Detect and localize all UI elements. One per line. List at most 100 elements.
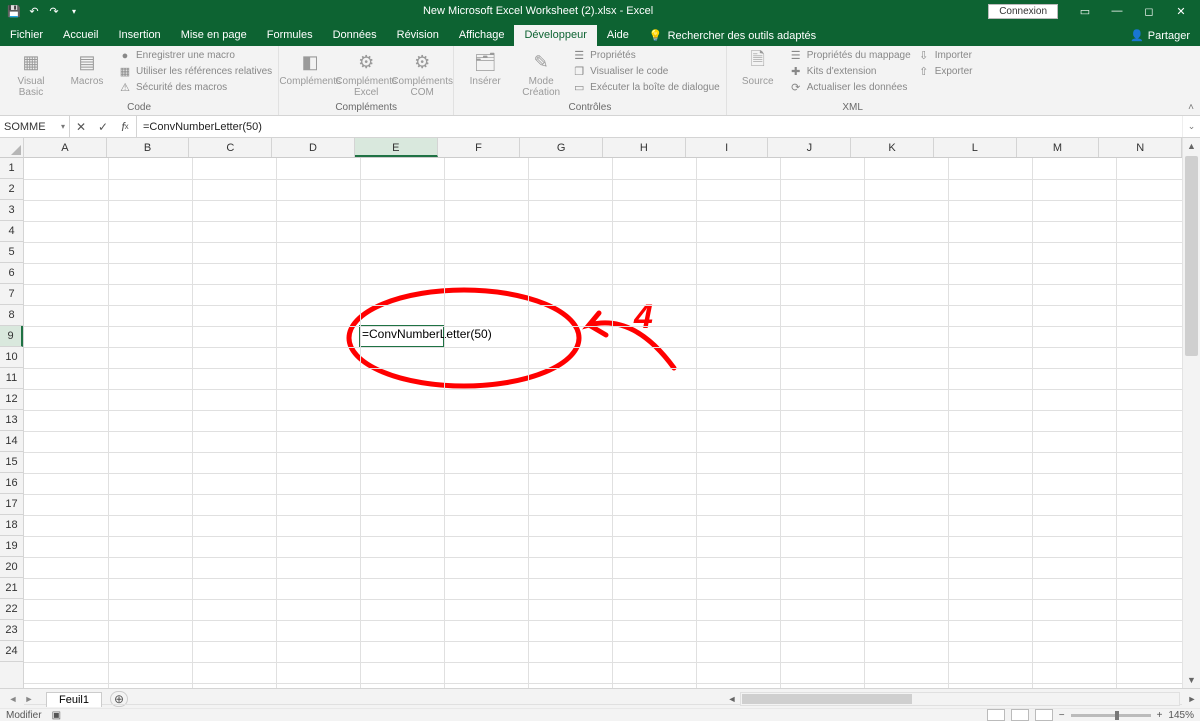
row-header[interactable]: 23 — [0, 620, 23, 641]
cells-area[interactable]: =ConvNumberLetter(50) 4 — [24, 158, 1182, 688]
row-header[interactable]: 6 — [0, 263, 23, 284]
record-macro-button[interactable]: ●Enregistrer une macro — [118, 48, 272, 64]
macro-security-button[interactable]: ⚠Sécurité des macros — [118, 80, 272, 96]
scroll-up-icon[interactable]: ▲ — [1183, 138, 1200, 154]
row-header[interactable]: 21 — [0, 578, 23, 599]
formula-input[interactable]: =ConvNumberLetter(50) — [137, 116, 1182, 137]
insert-control-button[interactable]: 🗂Insérer — [460, 48, 510, 87]
row-header[interactable]: 13 — [0, 410, 23, 431]
expand-formula-bar-icon[interactable]: ⌄ — [1182, 116, 1200, 137]
tab-developpeur[interactable]: Développeur — [514, 25, 596, 46]
column-header[interactable]: E — [355, 138, 438, 157]
column-header[interactable]: K — [851, 138, 934, 157]
zoom-level[interactable]: 145% — [1168, 710, 1194, 721]
row-header[interactable]: 8 — [0, 305, 23, 326]
tab-fichier[interactable]: Fichier — [0, 25, 53, 46]
scroll-down-icon[interactable]: ▼ — [1183, 672, 1200, 688]
undo-icon[interactable]: ↶ — [26, 3, 42, 19]
design-mode-button[interactable]: ✎Mode Création — [516, 48, 566, 98]
row-header[interactable]: 7 — [0, 284, 23, 305]
row-header[interactable]: 2 — [0, 179, 23, 200]
row-header[interactable]: 16 — [0, 473, 23, 494]
com-addins-button[interactable]: ⚙Compléments COM — [397, 48, 447, 98]
column-header[interactable]: H — [603, 138, 686, 157]
tab-formules[interactable]: Formules — [257, 25, 323, 46]
zoom-in-icon[interactable]: + — [1157, 710, 1163, 721]
sheet-tab-feuil1[interactable]: Feuil1 — [46, 692, 102, 707]
column-header[interactable]: L — [934, 138, 1017, 157]
zoom-out-icon[interactable]: − — [1059, 710, 1065, 721]
column-header[interactable]: B — [107, 138, 190, 157]
tab-donnees[interactable]: Données — [323, 25, 387, 46]
column-header[interactable]: N — [1099, 138, 1182, 157]
row-header[interactable]: 4 — [0, 221, 23, 242]
share-button[interactable]: 👤 Partager — [1120, 25, 1200, 46]
column-header[interactable]: G — [520, 138, 603, 157]
hscroll-left-icon[interactable]: ◄ — [724, 694, 740, 704]
refresh-data-button[interactable]: ⟳Actualiser les données — [789, 80, 911, 96]
view-code-button[interactable]: ❐Visualiser le code — [572, 64, 720, 80]
qat-dropdown-icon[interactable]: ▾ — [66, 3, 82, 19]
sign-in-button[interactable]: Connexion — [988, 4, 1058, 19]
insert-function-icon[interactable]: fx — [114, 120, 136, 134]
row-header[interactable]: 1 — [0, 158, 23, 179]
row-header[interactable]: 12 — [0, 389, 23, 410]
run-dialog-button[interactable]: ▭Exécuter la boîte de dialogue — [572, 80, 720, 96]
macros-button[interactable]: ▤ Macros — [62, 48, 112, 87]
select-all-corner[interactable] — [0, 138, 24, 158]
cancel-formula-icon[interactable]: ✕ — [70, 120, 92, 134]
column-header[interactable]: J — [768, 138, 851, 157]
excel-addins-button[interactable]: ⚙Compléments Excel — [341, 48, 391, 98]
collapse-ribbon-icon[interactable]: ˄ — [1188, 102, 1194, 113]
map-properties-button[interactable]: ☰Propriétés du mappage — [789, 48, 911, 64]
hscroll-thumb[interactable] — [742, 694, 912, 704]
xml-source-button[interactable]: 🗎Source — [733, 48, 783, 87]
tab-mise-en-page[interactable]: Mise en page — [171, 25, 257, 46]
tab-insertion[interactable]: Insertion — [108, 25, 170, 46]
row-header[interactable]: 3 — [0, 200, 23, 221]
macro-record-status-icon[interactable]: ▣ — [52, 710, 61, 721]
column-header[interactable]: M — [1017, 138, 1100, 157]
column-header[interactable]: C — [189, 138, 272, 157]
close-icon[interactable]: ✕ — [1166, 1, 1196, 21]
minimize-icon[interactable]: — — [1102, 1, 1132, 21]
row-header[interactable]: 20 — [0, 557, 23, 578]
relative-references-button[interactable]: ▦Utiliser les références relatives — [118, 64, 272, 80]
enter-formula-icon[interactable]: ✓ — [92, 120, 114, 134]
properties-button[interactable]: ☰Propriétés — [572, 48, 720, 64]
tab-aide[interactable]: Aide — [597, 25, 639, 46]
page-layout-view-icon[interactable] — [1011, 709, 1029, 721]
vscroll-thumb[interactable] — [1185, 156, 1198, 356]
tab-affichage[interactable]: Affichage — [449, 25, 515, 46]
row-header[interactable]: 15 — [0, 452, 23, 473]
normal-view-icon[interactable] — [987, 709, 1005, 721]
name-box-dropdown-icon[interactable]: ▾ — [61, 122, 65, 131]
active-cell[interactable]: =ConvNumberLetter(50) — [359, 325, 444, 347]
import-button[interactable]: ⇩Importer — [917, 48, 973, 64]
column-header[interactable]: I — [686, 138, 769, 157]
row-header[interactable]: 5 — [0, 242, 23, 263]
tab-revision[interactable]: Révision — [387, 25, 449, 46]
horizontal-scrollbar[interactable]: ◄ ► — [724, 692, 1200, 706]
sheet-nav-prev-icon[interactable]: ◄ — [6, 694, 20, 704]
zoom-slider[interactable] — [1071, 714, 1151, 717]
vertical-scrollbar[interactable]: ▲ ▼ — [1182, 138, 1200, 688]
expansion-kits-button[interactable]: ✚Kits d'extension — [789, 64, 911, 80]
row-header[interactable]: 24 — [0, 641, 23, 662]
tell-me-search[interactable]: 💡 Rechercher des outils adaptés — [639, 25, 826, 46]
sheet-nav-next-icon[interactable]: ► — [22, 694, 36, 704]
visual-basic-button[interactable]: ▦ Visual Basic — [6, 48, 56, 98]
row-header[interactable]: 11 — [0, 368, 23, 389]
save-icon[interactable]: 💾 — [6, 3, 22, 19]
export-button[interactable]: ⇧Exporter — [917, 64, 973, 80]
row-header[interactable]: 19 — [0, 536, 23, 557]
addins-button[interactable]: ◧Compléments — [285, 48, 335, 87]
ribbon-display-options-icon[interactable]: ▭ — [1070, 1, 1100, 21]
name-box[interactable]: SOMME ▾ — [0, 116, 70, 137]
row-header[interactable]: 10 — [0, 347, 23, 368]
column-header[interactable]: F — [438, 138, 521, 157]
hscroll-right-icon[interactable]: ► — [1184, 694, 1200, 704]
row-header[interactable]: 22 — [0, 599, 23, 620]
maximize-icon[interactable]: ◻ — [1134, 1, 1164, 21]
row-header[interactable]: 9 — [0, 326, 23, 347]
